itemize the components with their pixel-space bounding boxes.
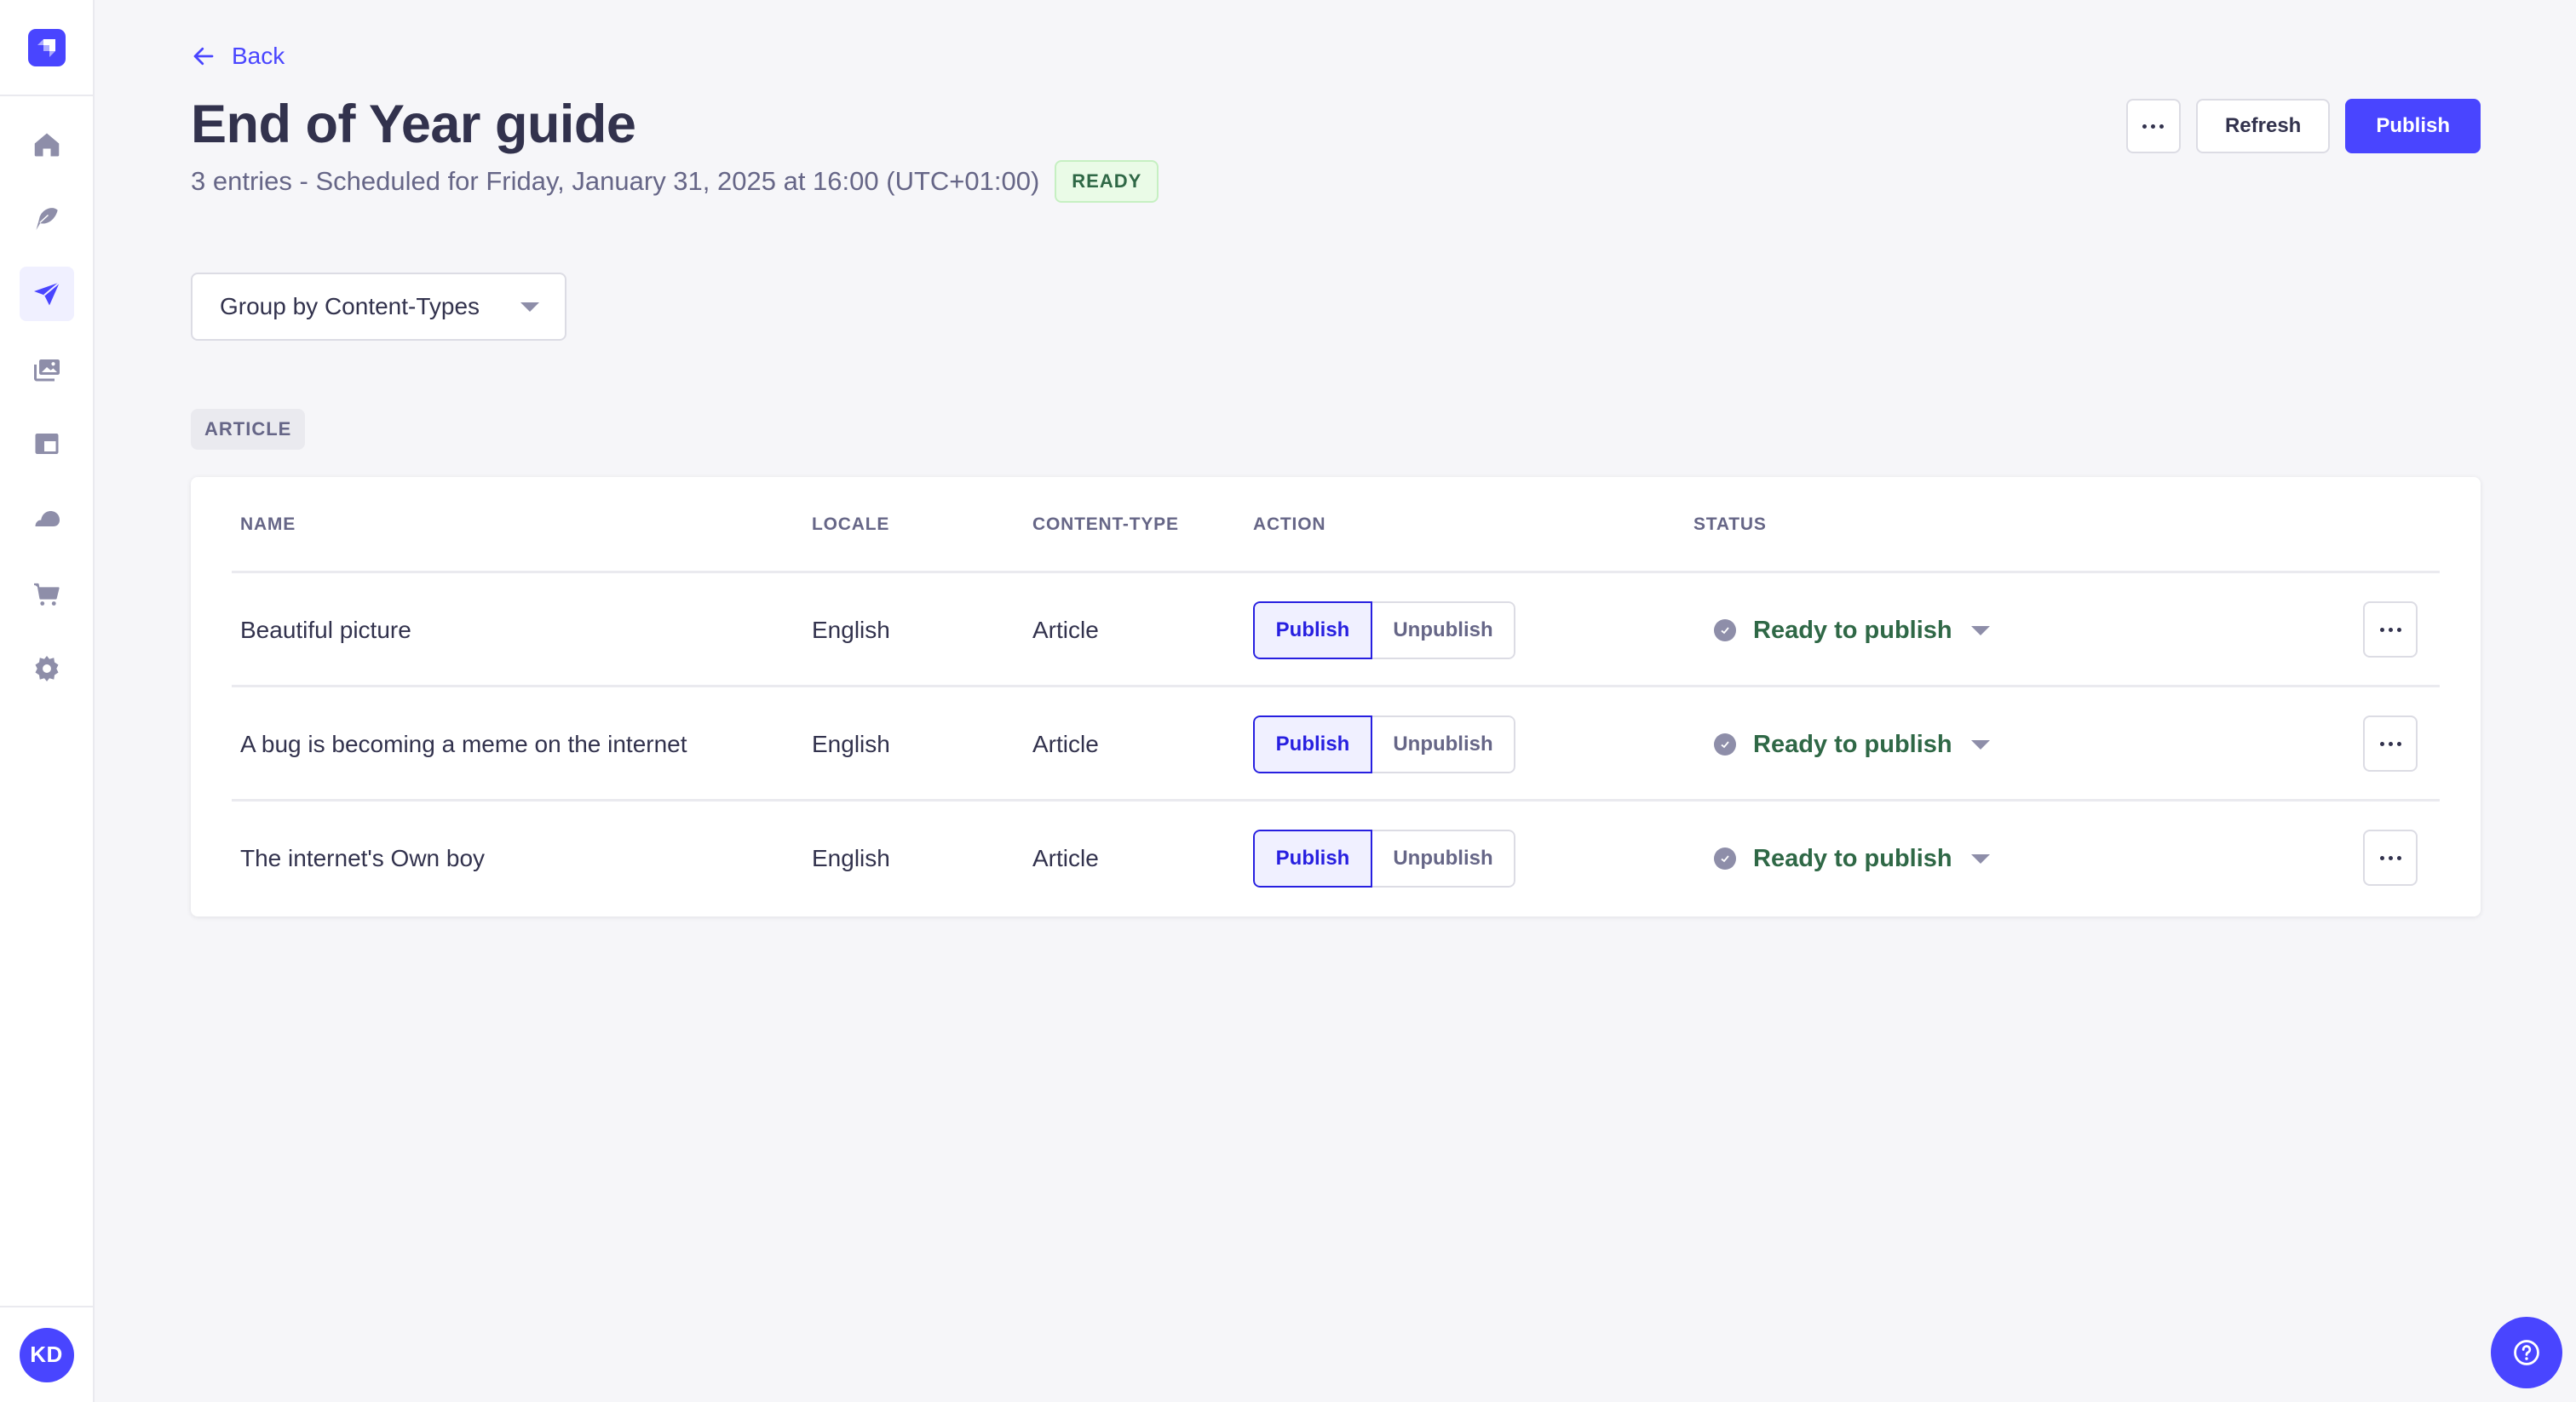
question-circle-icon (2514, 1340, 2539, 1365)
sidebar-logo-area (0, 0, 93, 96)
table-row: Beautiful picture English Article Publis… (232, 573, 2440, 687)
sidebar-item-media-library[interactable] (20, 342, 74, 397)
main-sidebar: KD (0, 0, 95, 1402)
more-icon (2142, 124, 2165, 129)
check-circle-icon (1714, 619, 1736, 641)
main-content: Back End of Year guide 3 entries - Sched… (95, 0, 2576, 1402)
column-header-status: STATUS (1693, 514, 1767, 534)
status-dropdown[interactable]: Ready to publish (1714, 845, 1990, 873)
feather-icon (34, 206, 60, 232)
entry-status: Ready to publish (1714, 687, 1990, 802)
entry-status: Ready to publish (1714, 573, 1990, 687)
entry-name: Beautiful picture (240, 617, 411, 643)
back-link-label: Back (232, 43, 285, 69)
entry-locale: English (812, 617, 890, 643)
entry-content-type: Article (1032, 845, 1099, 871)
refresh-button[interactable]: Refresh (2195, 99, 2331, 153)
home-icon (34, 133, 60, 157)
publish-toggle-button[interactable]: Publish (1253, 601, 1372, 659)
unpublish-toggle-button[interactable]: Unpublish (1372, 601, 1515, 659)
group-by-selected-value: Group by Content-Types (220, 293, 480, 319)
column-header-content-type: CONTENT-TYPE (1032, 514, 1179, 534)
more-icon (2379, 855, 2401, 860)
chevron-down-icon (1970, 853, 1990, 864)
paper-plane-icon (34, 281, 60, 306)
unpublish-toggle-button[interactable]: Unpublish (1372, 830, 1515, 888)
group-by-select[interactable]: Group by Content-Types (191, 273, 566, 341)
cart-icon (34, 583, 60, 606)
check-circle-icon (1714, 848, 1736, 870)
entry-more-button[interactable] (2363, 830, 2418, 886)
user-avatar[interactable]: KD (19, 1327, 74, 1382)
column-header-locale: LOCALE (812, 514, 890, 534)
entry-more-button[interactable] (2363, 601, 2418, 658)
column-header-name: NAME (240, 514, 296, 534)
page-title: End of Year guide (191, 95, 636, 154)
sidebar-item-content-type-builder[interactable] (20, 417, 74, 471)
more-icon (2379, 627, 2401, 632)
status-dropdown[interactable]: Ready to publish (1714, 731, 1990, 759)
sidebar-footer: KD (0, 1306, 93, 1402)
table-row: The internet's Own boy English Article P… (232, 802, 2440, 916)
sidebar-item-releases[interactable] (20, 267, 74, 321)
cloud-icon (35, 511, 60, 526)
status-dropdown[interactable]: Ready to publish (1714, 617, 1990, 645)
images-icon (34, 359, 60, 382)
status-label: Ready to publish (1753, 844, 1952, 872)
release-status-badge: READY (1055, 160, 1159, 203)
check-circle-icon (1714, 733, 1736, 756)
status-label: Ready to publish (1753, 730, 1952, 758)
publish-toggle-button[interactable]: Publish (1253, 715, 1372, 773)
entry-content-type: Article (1032, 731, 1099, 757)
entry-name: A bug is becoming a meme on the internet (240, 731, 687, 757)
table-row: A bug is becoming a meme on the internet… (232, 687, 2440, 802)
gear-icon (35, 656, 59, 681)
column-header-action: ACTION (1253, 514, 1326, 534)
sidebar-item-home[interactable] (20, 118, 74, 172)
entries-table: NAME LOCALE CONTENT-TYPE ACTION STATUS B… (191, 477, 2481, 916)
entry-more-button[interactable] (2363, 715, 2418, 772)
unpublish-toggle-button[interactable]: Unpublish (1372, 715, 1515, 773)
sidebar-item-marketplace[interactable] (20, 567, 74, 622)
publish-release-button[interactable]: Publish (2345, 99, 2481, 153)
more-icon (2379, 741, 2401, 746)
entry-locale: English (812, 845, 890, 871)
entry-action-toggle: Publish Unpublish (1253, 573, 1515, 687)
publish-toggle-button[interactable]: Publish (1253, 830, 1372, 888)
entry-locale: English (812, 731, 890, 757)
sidebar-item-settings[interactable] (20, 641, 74, 696)
chevron-down-icon (1970, 625, 1990, 635)
release-subtitle: 3 entries - Scheduled for Friday, Januar… (191, 166, 1040, 196)
layout-icon (35, 434, 59, 454)
chevron-down-icon (520, 302, 539, 312)
entry-content-type: Article (1032, 617, 1099, 643)
sidebar-item-deploy[interactable] (20, 491, 74, 546)
entry-action-toggle: Publish Unpublish (1253, 802, 1515, 916)
table-header: NAME LOCALE CONTENT-TYPE ACTION STATUS (232, 477, 2440, 573)
release-info: 3 entries - Scheduled for Friday, Januar… (191, 160, 1159, 203)
more-actions-button[interactable] (2125, 99, 2181, 153)
status-label: Ready to publish (1753, 616, 1952, 644)
back-link[interactable]: Back (191, 43, 285, 70)
header-actions: Refresh Publish (2125, 99, 2481, 153)
strapi-logo-icon[interactable] (27, 28, 66, 66)
content-type-group-badge: ARTICLE (191, 409, 306, 450)
help-button[interactable] (2491, 1317, 2562, 1388)
entry-name: The internet's Own boy (240, 845, 486, 871)
entry-status: Ready to publish (1714, 802, 1990, 916)
entry-action-toggle: Publish Unpublish (1253, 687, 1515, 802)
chevron-down-icon (1970, 739, 1990, 750)
sidebar-item-content-manager[interactable] (20, 192, 74, 246)
arrow-left-icon (193, 47, 214, 66)
